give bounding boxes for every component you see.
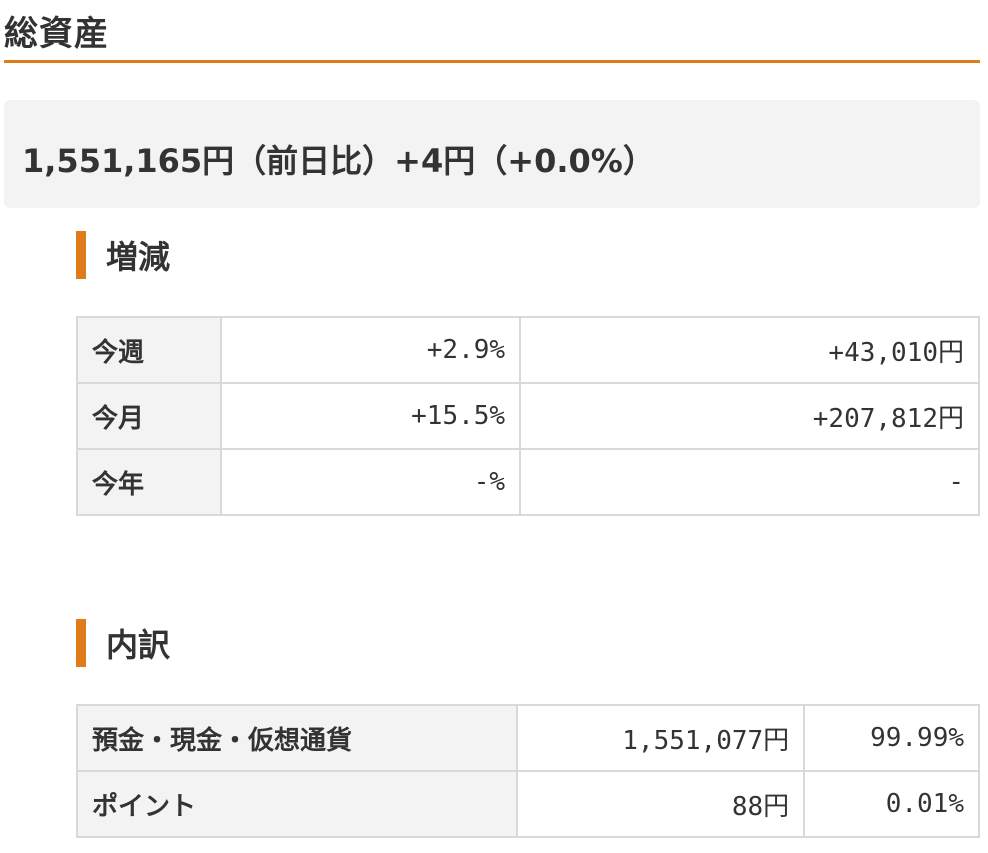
change-row-percent: +15.5% [219,382,522,450]
breakdown-row-label: ポイント [76,770,518,838]
breakdown-row-share: 0.01% [803,770,980,838]
section-accent-bar [76,619,86,667]
table-row: 今週 +2.9% +43,010円 [76,316,980,384]
section-heading-change: 増減 [76,231,170,279]
change-row-amount: +43,010円 [519,316,980,384]
change-row-label: 今年 [76,448,222,516]
change-row-percent: -% [219,448,522,516]
change-row-label: 今週 [76,316,222,384]
change-row-percent: +2.9% [219,316,522,384]
section-heading-breakdown: 内訳 [76,619,170,667]
breakdown-row-amount: 1,551,077円 [515,704,806,772]
breakdown-row-label: 預金・現金・仮想通貨 [76,704,518,772]
table-row: 今月 +15.5% +207,812円 [76,382,980,450]
section-heading-breakdown-label: 内訳 [106,626,171,664]
change-row-amount: - [519,448,980,516]
change-table: 今週 +2.9% +43,010円 今月 +15.5% +207,812円 今年… [76,316,980,516]
breakdown-row-amount: 88円 [515,770,806,838]
section-heading-change-label: 増減 [106,238,171,276]
table-row: ポイント 88円 0.01% [76,770,980,838]
table-row: 今年 -% - [76,448,980,516]
change-row-label: 今月 [76,382,222,450]
change-row-amount: +207,812円 [519,382,980,450]
total-assets-summary-text: 1,551,165円（前日比）+4円（+0.0%） [22,142,655,180]
total-assets-summary: 1,551,165円（前日比）+4円（+0.0%） [4,100,980,208]
breakdown-table: 預金・現金・仮想通貨 1,551,077円 99.99% ポイント 88円 0.… [76,704,980,838]
section-accent-bar [76,231,86,279]
page-title: 総資産 [4,14,109,54]
breakdown-row-share: 99.99% [803,704,980,772]
table-row: 預金・現金・仮想通貨 1,551,077円 99.99% [76,704,980,772]
title-divider [4,60,980,63]
